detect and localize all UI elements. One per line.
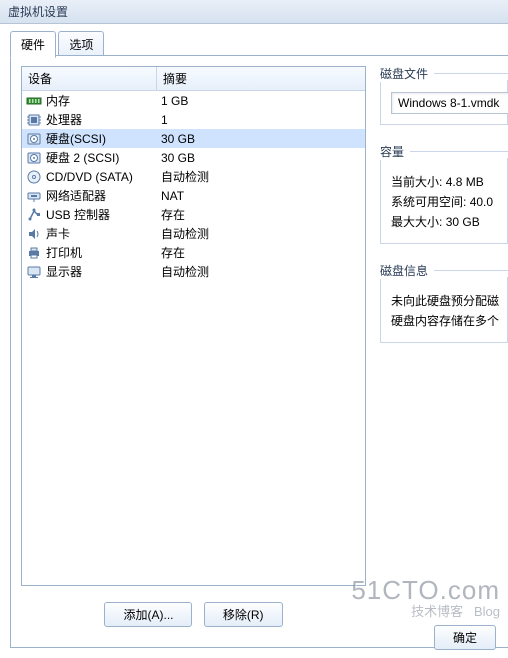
device-row[interactable]: 内存1 GB bbox=[22, 91, 365, 110]
device-buttons: 添加(A)... 移除(R) bbox=[21, 602, 366, 627]
cpu-icon bbox=[26, 112, 42, 128]
device-summary: 自动检测 bbox=[161, 225, 361, 242]
disk-info-line1: 未向此硬盘预分配磁 bbox=[391, 292, 497, 309]
device-row[interactable]: 打印机存在 bbox=[22, 243, 365, 262]
ok-button[interactable]: 确定 bbox=[434, 625, 496, 650]
ok-button-label: 确定 bbox=[453, 631, 477, 645]
tab-hardware-label: 硬件 bbox=[21, 38, 45, 52]
window-titlebar: 虚拟机设置 bbox=[0, 0, 508, 24]
device-summary: 30 GB bbox=[161, 151, 361, 165]
capacity-label: 容量 bbox=[380, 143, 410, 160]
ok-button-area: 确定 bbox=[430, 625, 500, 650]
device-summary: 存在 bbox=[161, 206, 361, 223]
device-summary: 自动检测 bbox=[161, 263, 361, 280]
disk-info-label: 磁盘信息 bbox=[380, 262, 434, 279]
disk-icon bbox=[26, 150, 42, 166]
device-summary: NAT bbox=[161, 189, 361, 203]
disk-file-label: 磁盘文件 bbox=[380, 65, 434, 82]
device-name: 内存 bbox=[46, 92, 161, 109]
device-name: 处理器 bbox=[46, 111, 161, 128]
device-name: 网络适配器 bbox=[46, 187, 161, 204]
device-row[interactable]: 显示器自动检测 bbox=[22, 262, 365, 281]
disk-icon bbox=[26, 131, 42, 147]
cd-icon bbox=[26, 169, 42, 185]
tab-hardware[interactable]: 硬件 bbox=[10, 31, 56, 58]
disk-file-group: 磁盘文件 Windows 8-1.vmdk bbox=[380, 65, 508, 125]
window-title: 虚拟机设置 bbox=[8, 5, 68, 19]
device-row[interactable]: 声卡自动检测 bbox=[22, 224, 365, 243]
sound-icon bbox=[26, 226, 42, 242]
header-summary: 摘要 bbox=[157, 67, 365, 90]
add-button[interactable]: 添加(A)... bbox=[104, 602, 192, 627]
device-list[interactable]: 设备 摘要 内存1 GB处理器1硬盘(SCSI)30 GB硬盘 2 (SCSI)… bbox=[21, 66, 366, 586]
max-size-value: 30 GB bbox=[446, 215, 480, 229]
max-size-line: 最大大小: 30 GB bbox=[391, 213, 497, 230]
device-summary: 1 GB bbox=[161, 94, 361, 108]
remove-button-label: 移除(R) bbox=[223, 608, 264, 622]
capacity-group: 容量 当前大小: 4.8 MB 系统可用空间: 40.0 最大大小: 30 GB bbox=[380, 143, 508, 244]
printer-icon bbox=[26, 245, 42, 261]
device-name: 声卡 bbox=[46, 225, 161, 242]
max-size-label: 最大大小: bbox=[391, 215, 442, 229]
remove-button[interactable]: 移除(R) bbox=[204, 602, 283, 627]
disk-file-field[interactable]: Windows 8-1.vmdk bbox=[391, 92, 508, 114]
device-summary: 1 bbox=[161, 113, 361, 127]
device-name: USB 控制器 bbox=[46, 206, 161, 223]
device-row[interactable]: 硬盘(SCSI)30 GB bbox=[22, 129, 365, 148]
tab-options-label: 选项 bbox=[69, 38, 93, 52]
device-row[interactable]: 处理器1 bbox=[22, 110, 365, 129]
add-button-label: 添加(A)... bbox=[123, 608, 173, 622]
usb-icon bbox=[26, 207, 42, 223]
device-row[interactable]: USB 控制器存在 bbox=[22, 205, 365, 224]
free-space-line: 系统可用空间: 40.0 bbox=[391, 193, 497, 210]
disk-info-line2: 硬盘内容存储在多个 bbox=[391, 312, 497, 329]
current-size-line: 当前大小: 4.8 MB bbox=[391, 173, 497, 190]
tabstrip: 硬件 选项 bbox=[10, 30, 508, 56]
disk-info-group: 磁盘信息 未向此硬盘预分配磁 硬盘内容存储在多个 bbox=[380, 262, 508, 343]
free-space-value: 40.0 bbox=[470, 195, 493, 209]
device-row[interactable]: CD/DVD (SATA)自动检测 bbox=[22, 167, 365, 186]
disk-file-value: Windows 8-1.vmdk bbox=[398, 96, 499, 110]
display-icon bbox=[26, 264, 42, 280]
device-name: 打印机 bbox=[46, 244, 161, 261]
device-name: 硬盘 2 (SCSI) bbox=[46, 149, 161, 166]
device-name: CD/DVD (SATA) bbox=[46, 170, 161, 184]
current-size-label: 当前大小: bbox=[391, 175, 442, 189]
device-row[interactable]: 硬盘 2 (SCSI)30 GB bbox=[22, 148, 365, 167]
tab-options[interactable]: 选项 bbox=[58, 31, 104, 57]
net-icon bbox=[26, 188, 42, 204]
detail-column: 磁盘文件 Windows 8-1.vmdk 容量 当前大小: 4.8 MB 系统… bbox=[380, 65, 508, 361]
free-space-label: 系统可用空间: bbox=[391, 195, 466, 209]
device-summary: 自动检测 bbox=[161, 168, 361, 185]
current-size-value: 4.8 MB bbox=[446, 175, 484, 189]
device-summary: 存在 bbox=[161, 244, 361, 261]
device-summary: 30 GB bbox=[161, 132, 361, 146]
device-row[interactable]: 网络适配器NAT bbox=[22, 186, 365, 205]
device-list-header: 设备 摘要 bbox=[22, 67, 365, 91]
memory-icon bbox=[26, 93, 42, 109]
header-device: 设备 bbox=[22, 67, 157, 90]
device-name: 显示器 bbox=[46, 263, 161, 280]
device-name: 硬盘(SCSI) bbox=[46, 130, 161, 147]
